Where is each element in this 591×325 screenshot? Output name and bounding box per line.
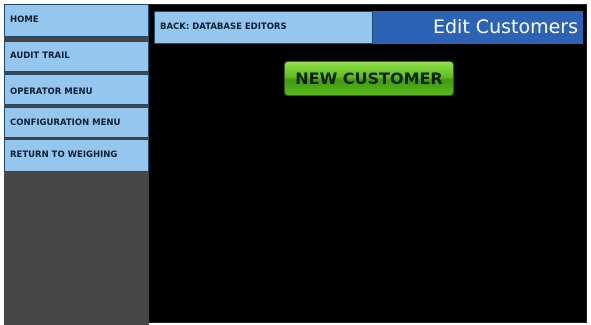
sidebar-item-return-to-weighing[interactable]: RETURN TO WEIGHING <box>4 139 149 172</box>
page-title: Edit Customers <box>373 11 583 44</box>
sidebar-item-home[interactable]: HOME <box>4 4 149 37</box>
new-customer-button[interactable]: NEW CUSTOMER <box>284 61 454 96</box>
sidebar: HOME AUDIT TRAIL OPERATOR MENU CONFIGURA… <box>4 4 149 325</box>
sidebar-item-configuration-menu[interactable]: CONFIGURATION MENU <box>4 107 149 138</box>
sidebar-item-audit-trail[interactable]: AUDIT TRAIL <box>4 41 149 72</box>
back-database-editors-button[interactable]: BACK: DATABASE EDITORS <box>154 11 373 44</box>
sidebar-item-operator-menu[interactable]: OPERATOR MENU <box>4 74 149 105</box>
